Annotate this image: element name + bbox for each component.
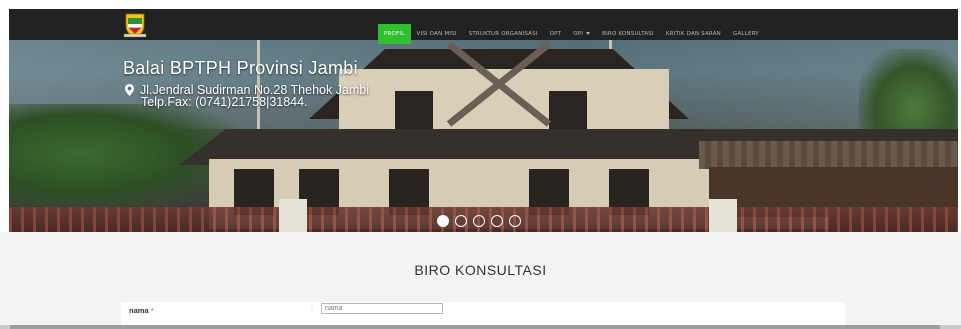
nav-item-opt[interactable]: OPT (544, 24, 568, 44)
nav-menu: PROFIL VISI DAN MISI STRUKTUR ORGANISASI OP… (378, 24, 765, 44)
nav-item-label: STRUKTUR ORGANISASI (468, 31, 538, 37)
hero-roof-cross (446, 41, 552, 127)
nav-item-label: PROFIL (384, 31, 405, 37)
hero-fence-pillar (709, 199, 737, 232)
field-separator: : (311, 306, 313, 313)
carousel-dot-3[interactable] (473, 215, 485, 227)
required-mark: * (150, 306, 154, 315)
hero-phone: Telp.Fax: (0741)21758|31844. (141, 95, 308, 109)
nav-item-profil[interactable]: PROFIL (378, 24, 411, 44)
carousel-dot-1[interactable] (437, 215, 449, 227)
nav-item-label: OPI (573, 31, 584, 37)
nav-item-kritik-dan-saran[interactable]: KRITIK DAN SARAN (660, 24, 727, 44)
nav-item-label: GALLERY (733, 31, 759, 37)
field-label-nama: nama * (129, 306, 154, 315)
carousel-indicators (437, 215, 521, 227)
nav-item-label: OPT (549, 31, 562, 37)
nav-item-label: VISI DAN MISI (416, 31, 457, 37)
hero-fence-pillar (279, 199, 307, 232)
top-navbar: PROFIL VISI DAN MISI STRUKTUR ORGANISASI OP… (9, 9, 958, 44)
nav-item-gallery[interactable]: GALLERY (727, 24, 765, 44)
form-row-nama (121, 302, 845, 326)
nav-item-label: BIRO KONSULTASI (602, 31, 654, 37)
section-title: BIRO KONSULTASI (414, 262, 547, 278)
field-label-text: nama (129, 306, 149, 315)
nav-item-biro-konsultasi[interactable]: BIRO KONSULTASI (596, 24, 660, 44)
caret-down-icon (586, 32, 591, 35)
jambi-emblem-logo[interactable] (122, 12, 148, 38)
nav-item-opi[interactable]: OPI (567, 24, 596, 44)
scrollbar-thumb[interactable] (10, 325, 940, 329)
carousel-dot-5[interactable] (509, 215, 521, 227)
carousel-dot-4[interactable] (491, 215, 503, 227)
hero-house-side-roof (699, 141, 958, 169)
nav-item-struktur-organisasi[interactable]: STRUKTUR ORGANISASI (463, 24, 544, 44)
nama-input[interactable] (321, 303, 443, 314)
hero-title: Balai BPTPH Provinsi Jambi (123, 58, 358, 78)
hero-house-window (395, 91, 433, 131)
map-pin-icon (125, 84, 134, 96)
nav-item-label: KRITIK DAN SARAN (665, 31, 721, 37)
nav-item-visi-dan-misi[interactable]: VISI DAN MISI (411, 24, 463, 44)
carousel-dot-2[interactable] (455, 215, 467, 227)
